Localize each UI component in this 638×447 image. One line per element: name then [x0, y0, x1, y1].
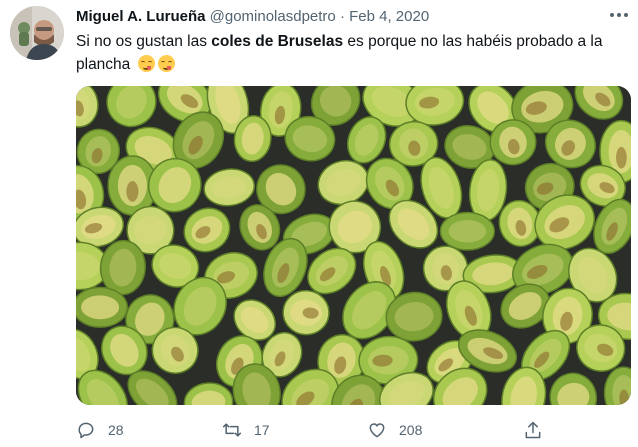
- tweet-text-part1: Si no os gustan las: [76, 33, 212, 50]
- tweet[interactable]: Miguel A. Lurueña @gominolasdpetro · Feb…: [0, 0, 638, 447]
- action-bar: 28 17 208: [76, 416, 638, 444]
- share-button[interactable]: [523, 416, 543, 444]
- heart-icon: [369, 423, 385, 438]
- retweet-button[interactable]: 17: [222, 416, 270, 444]
- tweet-header: Miguel A. Lurueña @gominolasdpetro · Feb…: [76, 7, 628, 29]
- separator: ·: [339, 8, 345, 25]
- share-icon: [525, 421, 541, 439]
- like-button[interactable]: 208: [367, 416, 422, 444]
- reply-icon: [78, 422, 94, 439]
- face-savoring-food-emoji: [137, 55, 155, 72]
- tweet-date[interactable]: Feb 4, 2020: [349, 8, 429, 25]
- more-options-icon[interactable]: [610, 10, 630, 20]
- tweet-text: Si no os gustan las coles de Bruselas es…: [76, 30, 628, 76]
- tweet-text-bold: coles de Bruselas: [211, 33, 344, 50]
- retweet-icon: [222, 423, 242, 437]
- brussels-sprouts-photo: [76, 86, 631, 405]
- like-count: 208: [399, 422, 423, 438]
- tweet-photo[interactable]: [76, 86, 631, 405]
- reply-button[interactable]: 28: [76, 416, 124, 444]
- retweet-count: 17: [254, 422, 270, 438]
- author-name[interactable]: Miguel A. Lurueña: [76, 8, 205, 25]
- reply-count: 28: [108, 422, 124, 438]
- face-savoring-food-emoji: [157, 55, 175, 72]
- author-handle[interactable]: @gominolasdpetro: [210, 8, 336, 25]
- avatar[interactable]: [10, 6, 64, 60]
